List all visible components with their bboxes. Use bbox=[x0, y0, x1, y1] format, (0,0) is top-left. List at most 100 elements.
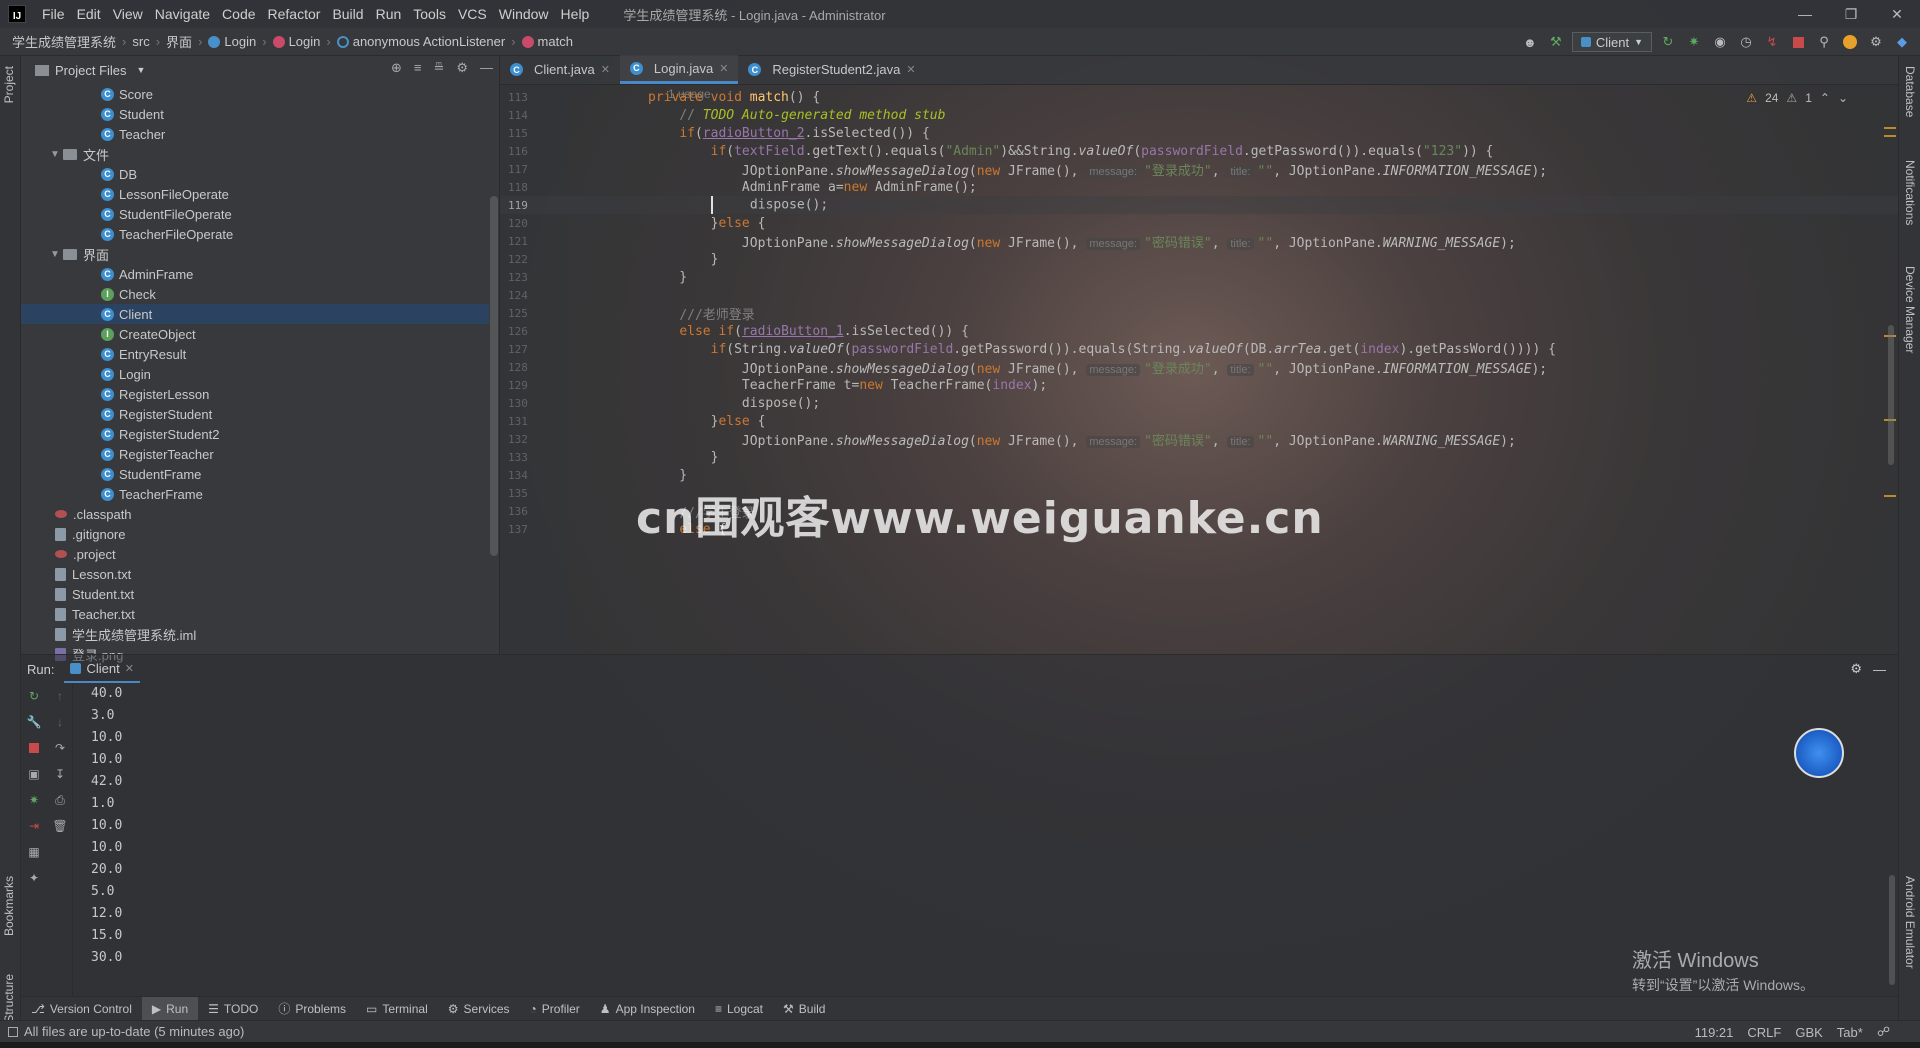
bug-icon[interactable]: ✷ bbox=[21, 787, 47, 813]
code-text[interactable]: if(String.valueOf(passwordField.getPassw… bbox=[648, 342, 1556, 357]
tree-item[interactable]: Student.txt bbox=[21, 584, 489, 604]
tree-item[interactable]: C Login bbox=[21, 364, 489, 384]
code-editor[interactable]: 1 usage 113 private void match() {114 // … bbox=[500, 85, 1898, 654]
console-output[interactable]: 40.0 3.0 10.0 10.0 42.0 1.0 10.0 10.0 20.0 5.0 12.… bbox=[91, 683, 122, 969]
menu-tools[interactable]: Tools bbox=[407, 6, 452, 22]
code-text[interactable]: TeacherFrame t=new TeacherFrame(index); bbox=[648, 378, 1047, 393]
code-line[interactable]: 131 }else { bbox=[500, 412, 1898, 430]
tab-device-manager[interactable]: Device Manager bbox=[1903, 266, 1917, 353]
code-text[interactable]: private void match() { bbox=[648, 90, 820, 105]
code-text[interactable]: ///老师登录 bbox=[648, 304, 754, 323]
chevron-down-icon[interactable]: ▼ bbox=[49, 249, 61, 260]
tree-item[interactable]: C Score bbox=[21, 84, 489, 104]
breadcrumb-item[interactable]: src bbox=[132, 34, 149, 49]
editor-scrollbar[interactable] bbox=[1888, 325, 1894, 465]
code-text[interactable]: // TODO Auto-generated method stub bbox=[648, 108, 945, 123]
code-text[interactable]: if(radioButton_2.isSelected()) { bbox=[648, 126, 929, 141]
code-line[interactable]: 119 dispose(); bbox=[500, 196, 1898, 214]
tree-item[interactable]: I CreateObject bbox=[21, 324, 489, 344]
tree-item[interactable]: C EntryResult bbox=[21, 344, 489, 364]
code-line[interactable]: 115 if(radioButton_2.isSelected()) { bbox=[500, 124, 1898, 142]
code-text[interactable]: } bbox=[648, 252, 719, 267]
scroll-to-end-icon[interactable]: ↧ bbox=[47, 761, 73, 787]
tree-item[interactable]: C Student bbox=[21, 104, 489, 124]
chevron-down-icon[interactable]: ▼ bbox=[137, 65, 146, 75]
minimize-icon[interactable]: — bbox=[1782, 0, 1828, 28]
code-line[interactable]: 122 } bbox=[500, 250, 1898, 268]
code-text[interactable]: else if(radioButton_1.isSelected()) { bbox=[648, 324, 969, 339]
project-scrollbar[interactable] bbox=[490, 196, 498, 556]
run-tab-client[interactable]: Client ✕ bbox=[64, 655, 140, 683]
tab-bookmarks[interactable]: Bookmarks bbox=[2, 876, 16, 936]
arrow-up-icon[interactable]: ↑ bbox=[47, 683, 73, 709]
code-line[interactable]: 126 else if(radioButton_1.isSelected()) … bbox=[500, 322, 1898, 340]
tree-item[interactable]: ▼ 界面 bbox=[21, 244, 489, 264]
profile-icon[interactable]: ◷ bbox=[1736, 32, 1756, 52]
breadcrumb-item[interactable]: Login bbox=[208, 34, 256, 49]
breadcrumb-item[interactable]: 界面 bbox=[166, 32, 192, 51]
code-text[interactable]: JOptionPane.showMessageDialog(new JFrame… bbox=[648, 232, 1516, 251]
toolwindow-logcat[interactable]: ≡ Logcat bbox=[705, 997, 773, 1021]
code-text[interactable]: } bbox=[648, 450, 719, 465]
toolwindow-terminal[interactable]: ▭ Terminal bbox=[356, 997, 438, 1021]
tree-item[interactable]: I Check bbox=[21, 284, 489, 304]
toolwindow-services[interactable]: ⚙ Services bbox=[438, 997, 520, 1021]
inspection-widget[interactable]: ⚠ 24 ⚠ 1 ⌃ ⌄ bbox=[1746, 91, 1848, 105]
restore-icon[interactable]: ❐ bbox=[1828, 0, 1874, 28]
code-line[interactable]: 117 JOptionPane.showMessageDialog(new JF… bbox=[500, 160, 1898, 179]
close-icon[interactable]: ✕ bbox=[1874, 0, 1920, 28]
code-line[interactable]: 116 if(textField.getText().equals("Admin… bbox=[500, 142, 1898, 160]
menu-run[interactable]: Run bbox=[370, 6, 408, 22]
menu-edit[interactable]: Edit bbox=[71, 6, 107, 22]
error-stripe-marker[interactable] bbox=[1884, 135, 1896, 137]
toolwindow-run[interactable]: ▶ Run bbox=[141, 996, 199, 1021]
breadcrumb-item[interactable]: anonymous ActionListener bbox=[336, 34, 505, 49]
tree-item[interactable]: C RegisterLesson bbox=[21, 384, 489, 404]
code-line[interactable]: 130 dispose(); bbox=[500, 394, 1898, 412]
code-line[interactable]: 132 JOptionPane.showMessageDialog(new JF… bbox=[500, 430, 1898, 449]
code-text[interactable]: }else { bbox=[648, 216, 766, 231]
tree-item[interactable]: Teacher.txt bbox=[21, 604, 489, 624]
tree-item[interactable]: C RegisterStudent2 bbox=[21, 424, 489, 444]
menu-vcs[interactable]: VCS bbox=[452, 6, 493, 22]
code-line[interactable]: 125 ///老师登录 bbox=[500, 304, 1898, 323]
floating-assistant-icon[interactable] bbox=[1794, 728, 1844, 778]
tree-item[interactable]: C Teacher bbox=[21, 124, 489, 144]
menu-help[interactable]: Help bbox=[555, 6, 596, 22]
error-stripe-marker[interactable] bbox=[1884, 495, 1896, 497]
status-message[interactable]: All files are up-to-date (5 minutes ago) bbox=[24, 1024, 244, 1039]
print-icon[interactable]: ⎙ bbox=[47, 787, 73, 813]
menu-view[interactable]: View bbox=[107, 6, 149, 22]
close-icon[interactable]: ✕ bbox=[719, 62, 728, 75]
user-icon[interactable]: ☻ bbox=[1520, 32, 1540, 52]
settings-icon[interactable]: ⚙ bbox=[1866, 32, 1886, 52]
menu-build[interactable]: Build bbox=[326, 6, 369, 22]
soft-wrap-icon[interactable]: ↷ bbox=[47, 735, 73, 761]
code-text[interactable]: } bbox=[648, 270, 687, 285]
breadcrumb-item[interactable]: match bbox=[521, 34, 573, 49]
menu-navigate[interactable]: Navigate bbox=[149, 6, 216, 22]
coverage-icon[interactable]: ◉ bbox=[1710, 32, 1730, 52]
tree-item[interactable]: Lesson.txt bbox=[21, 564, 489, 584]
stop-icon[interactable] bbox=[1788, 32, 1808, 52]
code-line[interactable]: 133 } bbox=[500, 448, 1898, 466]
status-square-icon[interactable] bbox=[8, 1026, 18, 1037]
exit-icon[interactable]: ⇥ bbox=[21, 813, 47, 839]
code-text[interactable]: } bbox=[648, 468, 687, 483]
attach-debugger-icon[interactable]: ↯ bbox=[1762, 32, 1782, 52]
locate-icon[interactable]: ⊕ bbox=[391, 60, 402, 76]
tree-item[interactable]: .classpath bbox=[21, 504, 489, 524]
code-line[interactable]: 114 // TODO Auto-generated method stub bbox=[500, 106, 1898, 124]
tree-item[interactable]: C Client bbox=[21, 304, 489, 324]
chevron-down-icon[interactable]: ▼ bbox=[49, 149, 61, 160]
line-separator[interactable]: CRLF bbox=[1747, 1025, 1781, 1040]
tree-item[interactable]: C LessonFileOperate bbox=[21, 184, 489, 204]
search-icon[interactable]: ⚲ bbox=[1814, 32, 1834, 52]
code-line[interactable]: 120 }else { bbox=[500, 214, 1898, 232]
chevron-up-icon[interactable]: ⌃ bbox=[1820, 91, 1830, 105]
code-text[interactable]: AdminFrame a=new AdminFrame(); bbox=[648, 180, 977, 195]
menu-refactor[interactable]: Refactor bbox=[262, 6, 327, 22]
rerun-icon[interactable]: ↻ bbox=[1658, 32, 1678, 52]
code-line[interactable]: 128 JOptionPane.showMessageDialog(new JF… bbox=[500, 358, 1898, 377]
code-text[interactable]: }else { bbox=[648, 414, 766, 429]
